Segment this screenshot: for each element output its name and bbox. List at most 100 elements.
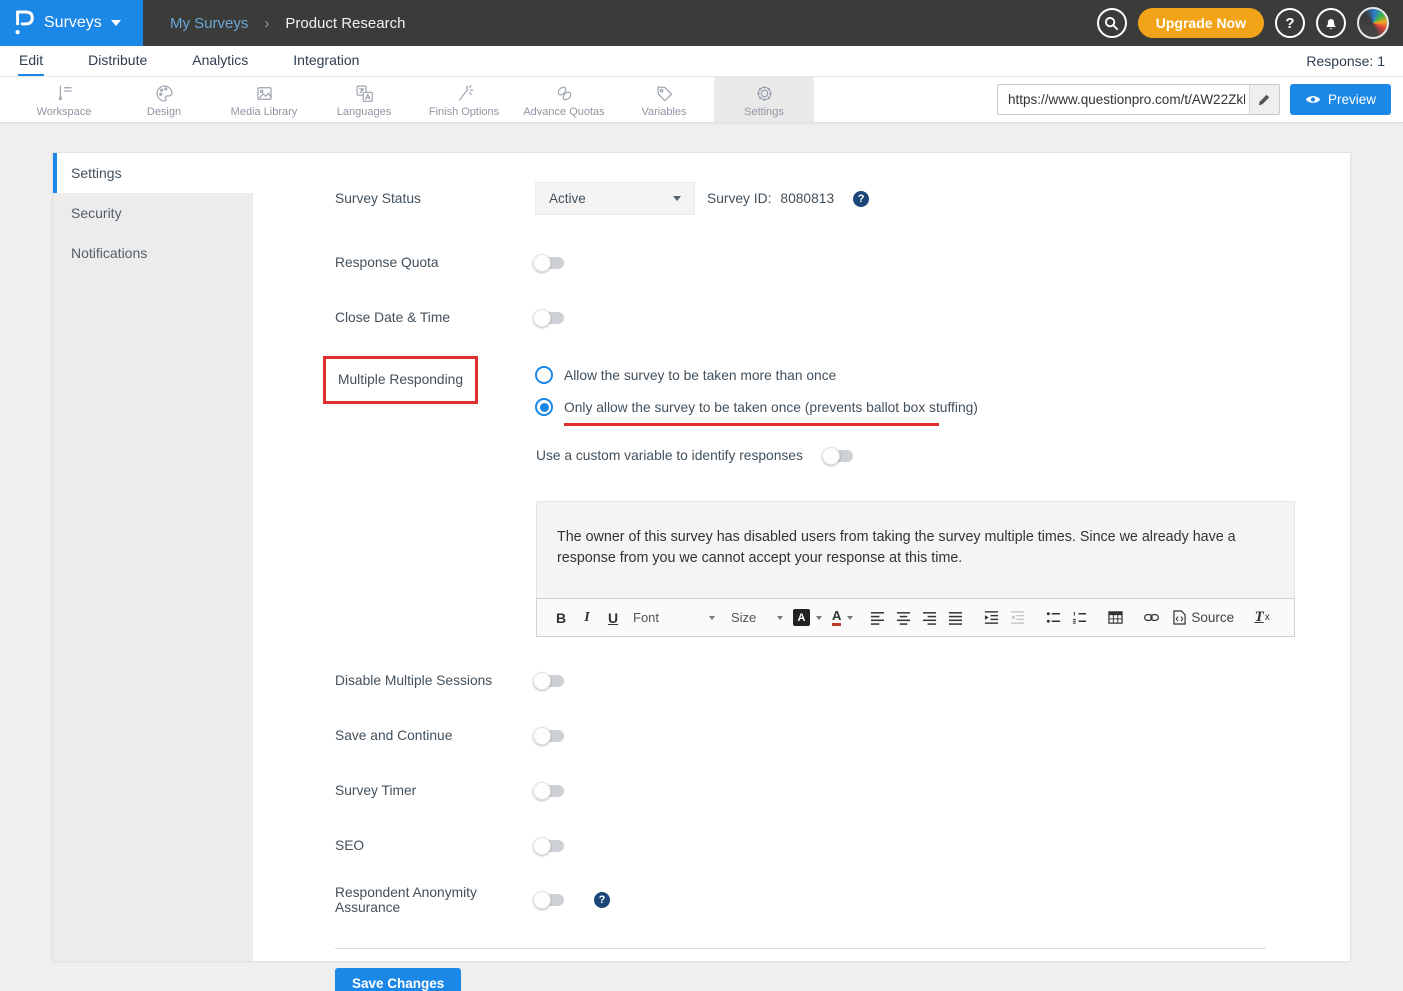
sidebar-item-settings[interactable]: Settings — [53, 153, 253, 193]
product-name: Surveys — [44, 14, 102, 32]
align-right-button[interactable] — [917, 605, 941, 631]
custom-variable-toggle[interactable] — [824, 450, 853, 462]
editor-toolbar: B I U Font Size A A — [536, 598, 1295, 637]
survey-timer-toggle[interactable] — [535, 785, 564, 797]
toolbar-item-design[interactable]: Design — [114, 77, 214, 122]
italic-button[interactable]: I — [575, 605, 599, 631]
breadcrumb: My Surveys › Product Research — [170, 15, 405, 32]
user-avatar[interactable] — [1357, 7, 1389, 39]
font-dropdown[interactable]: Font — [633, 605, 715, 631]
save-and-continue-toggle[interactable] — [535, 730, 564, 742]
background-color-button[interactable]: A — [793, 605, 822, 631]
respondent-anonymity-help-icon[interactable]: ? — [594, 892, 610, 908]
tab-edit[interactable]: Edit — [18, 47, 44, 76]
bullet-list-button[interactable] — [1041, 605, 1065, 631]
editor-message-area[interactable]: The owner of this survey has disabled us… — [536, 501, 1295, 598]
sidebar-item-notifications[interactable]: Notifications — [53, 233, 253, 273]
survey-status-value: Active — [549, 191, 586, 206]
pencil-icon — [1257, 93, 1271, 107]
radio-option-once: Only allow the survey to be taken once (… — [535, 398, 978, 416]
numbered-list-button[interactable] — [1067, 605, 1091, 631]
remove-format-button[interactable]: T x — [1250, 605, 1274, 631]
seo-label: SEO — [335, 838, 535, 853]
annotation-box: Multiple Responding — [323, 356, 478, 404]
text-color-button[interactable]: A — [832, 605, 853, 631]
justify-icon — [948, 610, 963, 625]
insert-table-button[interactable] — [1103, 605, 1127, 631]
notifications-button[interactable] — [1316, 8, 1346, 38]
chevron-down-icon — [111, 20, 121, 26]
sidebar-item-security[interactable]: Security — [53, 193, 253, 233]
breadcrumb-my-surveys[interactable]: My Surveys — [170, 15, 248, 32]
toolbar-item-languages[interactable]: Languages — [314, 77, 414, 122]
settings-content: Survey Status Active Survey ID: 8080813 … — [253, 153, 1350, 961]
indent-increase-icon — [984, 610, 999, 625]
underline-button[interactable]: U — [601, 605, 625, 631]
upgrade-now-button[interactable]: Upgrade Now — [1138, 8, 1264, 38]
bold-button[interactable]: B — [549, 605, 573, 631]
seo-toggle[interactable] — [535, 840, 564, 852]
radio-only-once[interactable] — [535, 398, 553, 416]
toolbar-item-variables[interactable]: Variables — [614, 77, 714, 122]
disable-multiple-sessions-toggle[interactable] — [535, 675, 564, 687]
toolbar-item-settings[interactable]: Settings — [714, 77, 814, 122]
breadcrumb-separator: › — [264, 15, 269, 32]
respondent-anonymity-toggle[interactable] — [535, 894, 564, 906]
align-center-icon — [896, 610, 911, 625]
numbered-list-icon — [1072, 610, 1087, 625]
disable-multiple-sessions-label: Disable Multiple Sessions — [335, 673, 535, 688]
close-date-row: Close Date & Time — [253, 310, 1350, 325]
toolbar-item-workspace[interactable]: Workspace — [14, 77, 114, 122]
annotation-underline — [564, 423, 939, 426]
respondent-anonymity-label: Respondent Anonymity Assurance — [335, 885, 535, 915]
custom-variable-label: Use a custom variable to identify respon… — [536, 448, 803, 463]
survey-id-value: 8080813 — [780, 191, 834, 206]
preview-button[interactable]: Preview — [1290, 84, 1391, 115]
align-center-button[interactable] — [891, 605, 915, 631]
top-navbar: Surveys My Surveys › Product Research Up… — [0, 0, 1403, 46]
radio-allow-multiple[interactable] — [535, 366, 553, 384]
bullet-list-icon — [1046, 610, 1061, 625]
tab-analytics[interactable]: Analytics — [191, 47, 249, 76]
search-button[interactable] — [1097, 8, 1127, 38]
close-date-toggle[interactable] — [535, 312, 564, 324]
indent-increase-button[interactable] — [979, 605, 1003, 631]
tab-distribute[interactable]: Distribute — [87, 47, 148, 76]
justify-button[interactable] — [943, 605, 967, 631]
source-button[interactable]: Source — [1173, 610, 1234, 625]
product-switcher[interactable]: Surveys — [0, 0, 143, 46]
tab-integration[interactable]: Integration — [292, 47, 360, 76]
seo-row: SEO — [253, 838, 1350, 853]
indent-decrease-button[interactable] — [1005, 605, 1029, 631]
edit-toolbar: Workspace Design Media Library Languages… — [0, 77, 1403, 123]
toolbar-right: Preview — [997, 77, 1403, 122]
align-left-button[interactable] — [865, 605, 889, 631]
advance-quotas-links-icon — [553, 82, 576, 105]
chevron-down-icon — [847, 616, 853, 620]
languages-icon — [353, 82, 376, 105]
insert-link-button[interactable] — [1139, 605, 1163, 631]
toolbar-item-finish-options[interactable]: Finish Options — [414, 77, 514, 122]
save-changes-button[interactable]: Save Changes — [335, 968, 461, 991]
survey-id-help-icon[interactable]: ? — [853, 191, 869, 207]
toolbar-item-media-library[interactable]: Media Library — [214, 77, 314, 122]
close-date-label: Close Date & Time — [335, 310, 535, 325]
toolbar-item-advance-quotas[interactable]: Advance Quotas — [514, 77, 614, 122]
edit-url-button[interactable] — [1249, 85, 1279, 114]
survey-url-input[interactable] — [997, 84, 1280, 115]
link-icon — [1144, 610, 1159, 625]
bell-icon — [1323, 15, 1339, 31]
chevron-down-icon — [673, 196, 681, 201]
eye-icon — [1305, 94, 1321, 105]
save-and-continue-row: Save and Continue — [253, 728, 1350, 743]
survey-timer-label: Survey Timer — [335, 783, 535, 798]
custom-variable-row: Use a custom variable to identify respon… — [253, 448, 1350, 463]
response-quota-toggle[interactable] — [535, 257, 564, 269]
questionpro-logo-icon — [13, 9, 35, 37]
size-dropdown[interactable]: Size — [731, 605, 783, 631]
table-icon — [1108, 610, 1123, 625]
topbar-actions: Upgrade Now ? — [1097, 7, 1403, 39]
save-and-continue-label: Save and Continue — [335, 728, 535, 743]
survey-status-dropdown[interactable]: Active — [535, 182, 695, 215]
help-button[interactable]: ? — [1275, 8, 1305, 38]
